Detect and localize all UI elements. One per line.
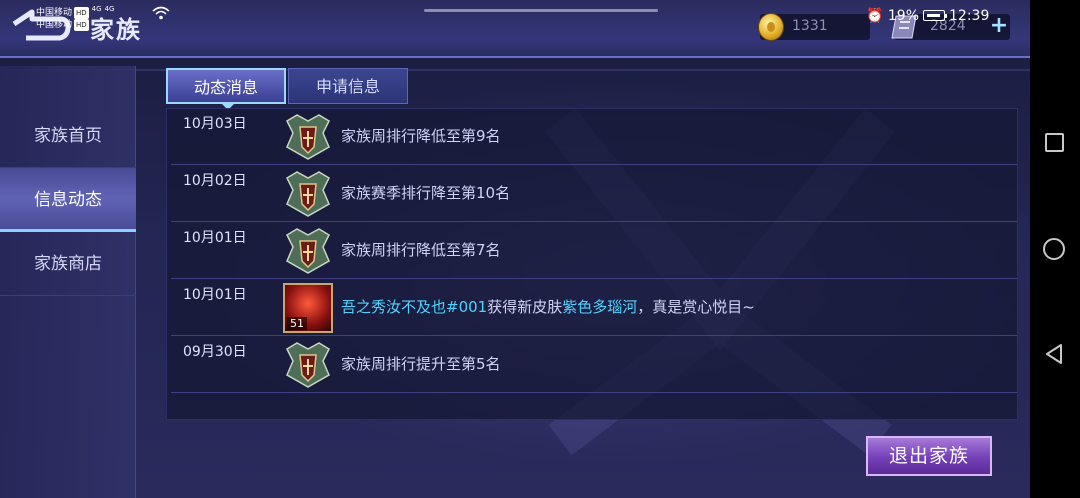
top-bar: 家族 中国移动 HD 4G 4G 中国移动 HD 1331 2824 + ⏰ 19% 12… bbox=[0, 0, 1030, 58]
feed-row: 10月02日 家族赛季排行降至第10名 bbox=[171, 166, 1017, 222]
clock: 12:39 bbox=[949, 8, 990, 24]
feed-row: 10月03日 家族周排行降低至第9名 bbox=[171, 109, 1017, 165]
feed-row: 09月30日 家族周排行提升至第5名 bbox=[171, 337, 1017, 393]
hd-badge-2: HD bbox=[74, 19, 89, 31]
network-2: 4G bbox=[104, 5, 115, 13]
hd-badge-1: HD bbox=[74, 7, 89, 19]
status-right: ⏰ 19% 12:39 bbox=[866, 8, 989, 24]
quit-clan-button[interactable]: 退出家族 bbox=[866, 436, 992, 476]
sidebar-item-home[interactable]: 家族首页 bbox=[0, 104, 136, 168]
battery-percent: 19% bbox=[887, 8, 920, 24]
feed-date: 10月01日 bbox=[183, 230, 247, 246]
clan-emblem-icon bbox=[286, 228, 330, 274]
feed-date: 09月30日 bbox=[183, 344, 247, 360]
sidebar-item-shop[interactable]: 家族商店 bbox=[0, 232, 136, 296]
gold-coin-counter: 1331 bbox=[758, 13, 870, 41]
add-voucher-button[interactable]: + bbox=[988, 15, 1010, 38]
feed-text: 家族周排行提升至第5名 bbox=[341, 355, 501, 373]
game-screen: 家族 中国移动 HD 4G 4G 中国移动 HD 1331 2824 + ⏰ 19% 12… bbox=[0, 0, 1030, 498]
feed-text-tail: ，真是赏心悦目~ bbox=[637, 298, 755, 316]
recent-apps-icon[interactable] bbox=[1045, 133, 1064, 152]
feed-text: 家族周排行降低至第7名 bbox=[341, 241, 501, 259]
feed-date: 10月02日 bbox=[183, 173, 247, 189]
clan-emblem-icon bbox=[286, 114, 330, 160]
feed-date: 10月03日 bbox=[183, 116, 247, 132]
feed-text: 吾之秀汝不及也#001获得新皮肤紫色多瑙河，真是赏心悦目~ bbox=[341, 296, 755, 317]
gold-coin-icon bbox=[758, 13, 784, 41]
drag-handle bbox=[424, 9, 658, 12]
battery-icon bbox=[923, 10, 948, 21]
sidebar: 家族首页 信息动态 家族商店 bbox=[0, 66, 136, 498]
avatar-level: 51 bbox=[287, 317, 307, 330]
wifi-icon bbox=[152, 6, 170, 20]
gold-coin-value: 1331 bbox=[792, 18, 828, 34]
tab-applications[interactable]: 申请信息 bbox=[288, 68, 408, 104]
feed-text: 家族周排行降低至第9名 bbox=[341, 127, 501, 145]
feed-date: 10月01日 bbox=[183, 287, 247, 303]
feed-text-mid: 获得新皮肤 bbox=[487, 298, 563, 316]
clan-emblem-icon bbox=[286, 171, 330, 217]
clan-emblem-icon bbox=[286, 342, 330, 388]
carrier-2: 中国移动 bbox=[36, 20, 73, 30]
carrier-1: 中国移动 bbox=[36, 8, 73, 18]
home-icon[interactable] bbox=[1043, 238, 1065, 260]
system-nav-bar bbox=[1030, 0, 1080, 498]
activity-feed: 10月03日 家族周排行降低至第9名 10月02日 家族赛季排行降至第10名 1… bbox=[166, 108, 1018, 420]
feed-row: 10月01日 家族周排行降低至第7名 bbox=[171, 223, 1017, 279]
feed-text: 家族赛季排行降至第10名 bbox=[341, 184, 511, 202]
player-avatar[interactable]: 51 bbox=[283, 283, 333, 333]
player-name-link[interactable]: 吾之秀汝不及也#001 bbox=[341, 298, 487, 316]
skin-name-link[interactable]: 紫色多瑙河 bbox=[562, 298, 637, 316]
tab-activity[interactable]: 动态消息 bbox=[166, 68, 286, 110]
status-carriers: 中国移动 HD 4G 4G 中国移动 HD bbox=[36, 3, 114, 31]
sidebar-item-news[interactable]: 信息动态 bbox=[0, 168, 136, 232]
feed-row: 10月01日 51 吾之秀汝不及也#001获得新皮肤紫色多瑙河，真是赏心悦目~ bbox=[171, 280, 1017, 336]
network-1: 4G bbox=[91, 5, 102, 13]
alarm-icon: ⏰ bbox=[866, 8, 884, 24]
back-triangle-icon[interactable] bbox=[1044, 343, 1064, 365]
